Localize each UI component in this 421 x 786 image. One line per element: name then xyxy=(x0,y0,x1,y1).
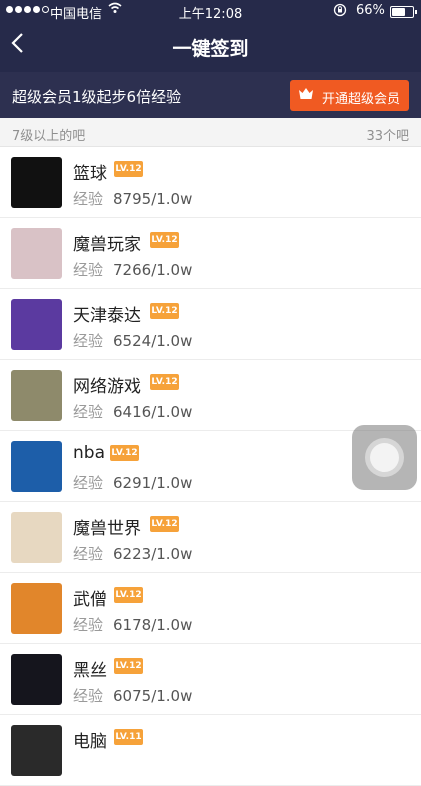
battery-percent: 66% xyxy=(356,3,385,18)
experience-info: 经验 6223/1.0w xyxy=(73,543,192,564)
forum-avatar xyxy=(11,583,62,634)
forum-name: 天津泰达 xyxy=(73,306,141,326)
level-badge: LV.12 xyxy=(150,516,179,532)
forum-avatar xyxy=(11,370,62,421)
forum-name: 网络游戏 xyxy=(73,377,141,397)
experience-value: 6075/1.0w xyxy=(113,687,193,705)
forum-name: 武僧 xyxy=(73,590,107,610)
experience-value: 6178/1.0w xyxy=(113,616,193,634)
level-badge: LV.12 xyxy=(150,303,179,319)
crown-icon xyxy=(298,86,314,102)
forum-row[interactable]: 天津泰达 LV.12 经验 6524/1.0w xyxy=(0,289,421,360)
level-badge: LV.12 xyxy=(150,232,179,248)
forum-avatar xyxy=(11,299,62,350)
experience-label: 经验 xyxy=(73,545,104,563)
status-bar: 中国电信 上午12:08 66% xyxy=(0,0,421,22)
forum-name: 魔兽玩家 xyxy=(73,235,141,255)
experience-info: 经验 8795/1.0w xyxy=(73,188,192,209)
forum-row[interactable]: 篮球 LV.12 经验 8795/1.0w xyxy=(0,147,421,218)
forum-row[interactable]: 魔兽世界 LV.12 经验 6223/1.0w xyxy=(0,502,421,573)
forum-row[interactable]: 黑丝 LV.12 经验 6075/1.0w xyxy=(0,644,421,715)
rotation-lock-icon xyxy=(333,3,347,20)
forum-avatar xyxy=(11,654,62,705)
forum-avatar xyxy=(11,512,62,563)
forum-name: 黑丝 xyxy=(73,661,107,681)
experience-value: 6524/1.0w xyxy=(113,332,193,350)
forum-avatar xyxy=(11,725,62,776)
assistive-touch-icon xyxy=(365,438,404,477)
level-badge: LV.12 xyxy=(150,374,179,390)
page-title: 一键签到 xyxy=(172,38,249,60)
experience-label: 经验 xyxy=(73,687,104,705)
forum-name: 魔兽世界 xyxy=(73,519,141,539)
level-badge: LV.12 xyxy=(110,445,139,461)
forum-name: 篮球 xyxy=(73,164,107,184)
forum-row[interactable]: 魔兽玩家 LV.12 经验 7266/1.0w xyxy=(0,218,421,289)
experience-label: 经验 xyxy=(73,190,104,208)
experience-info: 经验 6291/1.0w xyxy=(73,472,192,493)
section-header: 7级以上的吧 33个吧 xyxy=(0,118,421,147)
forum-count: 33个吧 xyxy=(366,129,409,144)
forum-avatar xyxy=(11,157,62,208)
experience-value: 7266/1.0w xyxy=(113,261,193,279)
experience-value: 6291/1.0w xyxy=(113,474,193,492)
experience-info: 经验 6524/1.0w xyxy=(73,330,192,351)
experience-label: 经验 xyxy=(73,616,104,634)
experience-info: 经验 6075/1.0w xyxy=(73,685,192,706)
experience-value: 8795/1.0w xyxy=(113,190,193,208)
forum-avatar xyxy=(11,441,62,492)
experience-info: 经验 6178/1.0w xyxy=(73,614,192,635)
experience-info: 经验 7266/1.0w xyxy=(73,259,192,280)
experience-label: 经验 xyxy=(73,403,104,421)
level-badge: LV.12 xyxy=(114,587,143,603)
experience-value: 6416/1.0w xyxy=(113,403,193,421)
open-super-member-button[interactable]: 开通超级会员 xyxy=(290,80,409,111)
experience-info: 经验 6416/1.0w xyxy=(73,401,192,422)
forum-name: 电脑 xyxy=(73,732,107,752)
level-badge: LV.12 xyxy=(114,658,143,674)
experience-label: 经验 xyxy=(73,261,104,279)
forum-row[interactable]: 网络游戏 LV.12 经验 6416/1.0w xyxy=(0,360,421,431)
section-title: 7级以上的吧 xyxy=(12,129,86,144)
promo-text: 超级会员1级起步6倍经验 xyxy=(12,88,182,106)
forum-row[interactable]: 电脑 LV.11 xyxy=(0,715,421,786)
forum-name: nba xyxy=(73,443,105,463)
level-badge: LV.11 xyxy=(114,729,143,745)
forum-avatar xyxy=(11,228,62,279)
assistive-touch-button[interactable] xyxy=(352,425,417,490)
experience-label: 经验 xyxy=(73,474,104,492)
navigation-bar: 中国电信 上午12:08 66% 一键签到 xyxy=(0,0,421,72)
experience-label: 经验 xyxy=(73,332,104,350)
battery-icon xyxy=(390,6,417,18)
forum-row[interactable]: 武僧 LV.12 经验 6178/1.0w xyxy=(0,573,421,644)
experience-value: 6223/1.0w xyxy=(113,545,193,563)
level-badge: LV.12 xyxy=(114,161,143,177)
open-super-member-label: 开通超级会员 xyxy=(322,92,401,107)
